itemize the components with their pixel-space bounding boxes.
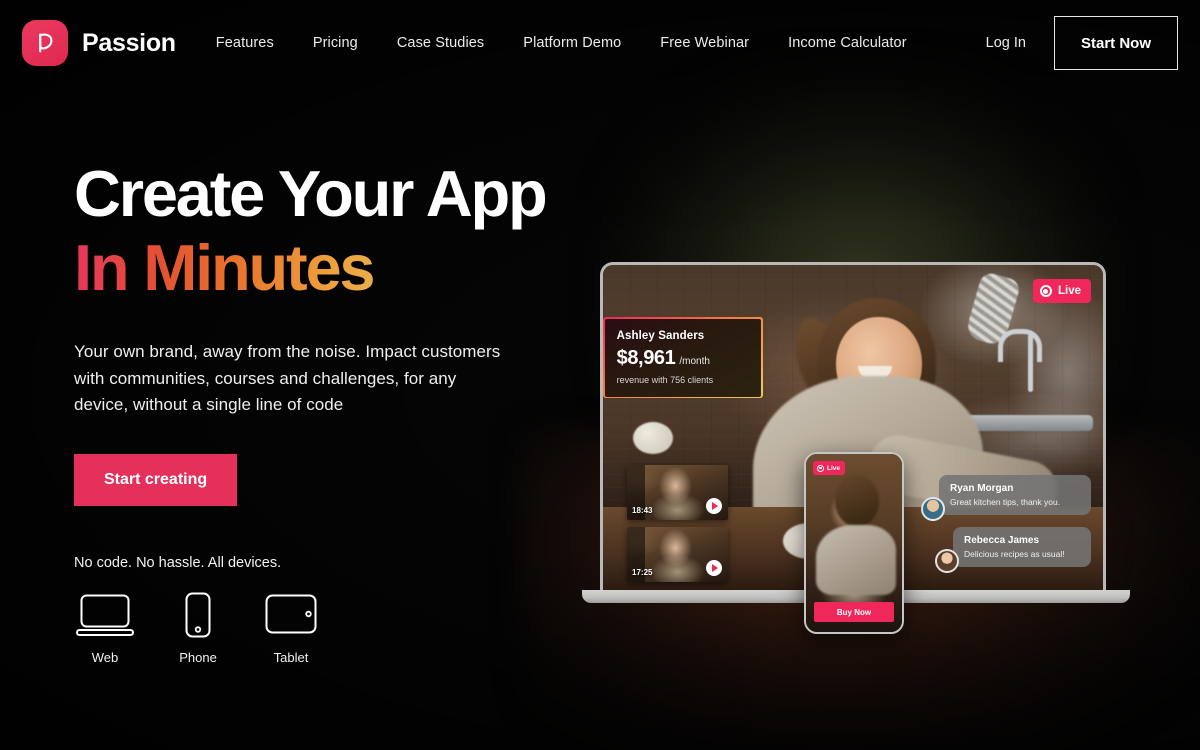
- header-actions: Log In Start Now: [986, 16, 1178, 70]
- avatar: [921, 497, 945, 521]
- device-tablet: Tablet: [260, 589, 322, 665]
- sink-decor: [963, 415, 1093, 432]
- play-icon[interactable]: [706, 498, 722, 514]
- hero-tagline: No code. No hassle. All devices.: [74, 554, 282, 571]
- chat-author-name: Rebecca James: [964, 535, 1040, 546]
- phone-live-label: Live: [827, 464, 841, 472]
- revenue-creator-name: Ashley Sanders: [616, 329, 705, 342]
- nav-link-features[interactable]: Features: [216, 35, 274, 51]
- live-badge-label: Live: [1057, 285, 1081, 297]
- hero-headline-line-2: In Minutes: [74, 233, 594, 302]
- avatar: [935, 549, 959, 573]
- device-label-tablet: Tablet: [273, 649, 309, 665]
- supported-devices: Web Phone Tablet: [74, 589, 594, 665]
- person-head-decor: [834, 475, 879, 528]
- nav-link-pricing[interactable]: Pricing: [313, 35, 358, 51]
- record-dot-icon: [817, 464, 824, 472]
- chat-message-text: Delicious recipes as usual!: [964, 549, 1065, 559]
- person-body-decor: [815, 525, 896, 596]
- nav-link-income-calculator[interactable]: Income Calculator: [788, 35, 907, 51]
- revenue-period: /month: [679, 355, 710, 367]
- brand-name: Passion: [82, 28, 176, 57]
- video-duration: 18:43: [632, 506, 653, 515]
- brand-logo[interactable]: Passion: [22, 20, 176, 66]
- device-web: Web: [74, 589, 136, 665]
- laptop-icon: [76, 589, 134, 641]
- revenue-amount: $8,961: [616, 346, 676, 369]
- chat-message: Ryan Morgan Great kitchen tips, thank yo…: [921, 475, 1091, 521]
- hero-content: Create Your App In Minutes Your own bran…: [74, 160, 594, 665]
- start-now-button[interactable]: Start Now: [1053, 16, 1178, 70]
- landing-page: Passion Features Pricing Case Studies Pl…: [0, 0, 1200, 750]
- device-label-phone: Phone: [179, 649, 217, 665]
- play-icon[interactable]: [706, 560, 722, 576]
- video-thumbnail[interactable]: 18:43: [627, 465, 728, 520]
- hero-headline-line-1: Create Your App: [74, 157, 548, 230]
- video-thumbnail[interactable]: 17:25: [627, 527, 728, 582]
- chat-author-name: Ryan Morgan: [950, 483, 1014, 494]
- tablet-icon: [264, 589, 318, 641]
- hero-subcopy: Your own brand, away from the noise. Imp…: [74, 342, 501, 415]
- main-navigation: Features Pricing Case Studies Platform D…: [216, 35, 907, 51]
- passion-p-heart-logo-icon: [22, 20, 68, 66]
- nav-link-free-webinar[interactable]: Free Webinar: [660, 35, 749, 51]
- phone-live-badge[interactable]: Live: [813, 461, 846, 475]
- chat-message-text: Great kitchen tips, thank you.: [950, 497, 1061, 507]
- video-thumbnail-list: 18:43 17:25: [627, 465, 728, 582]
- hero-product-mockup: Live Ashley Sanders $8,961 /month revenu…: [582, 262, 1130, 634]
- live-chat-panel: Ryan Morgan Great kitchen tips, thank yo…: [921, 475, 1091, 579]
- nav-link-case-studies[interactable]: Case Studies: [397, 35, 484, 51]
- phone-mockup: Live Buy Now: [804, 452, 904, 634]
- buy-now-button[interactable]: Buy Now: [814, 602, 894, 622]
- revenue-card: Ashley Sanders $8,961 /month revenue wit…: [603, 317, 763, 399]
- nav-link-platform-demo[interactable]: Platform Demo: [523, 35, 621, 51]
- site-header: Passion Features Pricing Case Studies Pl…: [0, 0, 1200, 86]
- food-bowl-decor: [633, 421, 673, 454]
- device-phone: Phone: [167, 589, 229, 665]
- live-badge[interactable]: Live: [1032, 279, 1091, 303]
- revenue-subtext: revenue with 756 clients: [616, 374, 714, 385]
- video-duration: 17:25: [632, 568, 653, 577]
- device-label-web: Web: [91, 649, 119, 665]
- phone-icon: [182, 589, 214, 641]
- faucet-decor: [998, 328, 1042, 392]
- record-dot-icon: [1039, 285, 1052, 297]
- log-in-link[interactable]: Log In: [986, 35, 1026, 51]
- start-creating-button[interactable]: Start creating: [74, 453, 238, 506]
- chat-message: Rebecca James Delicious recipes as usual…: [923, 527, 1091, 573]
